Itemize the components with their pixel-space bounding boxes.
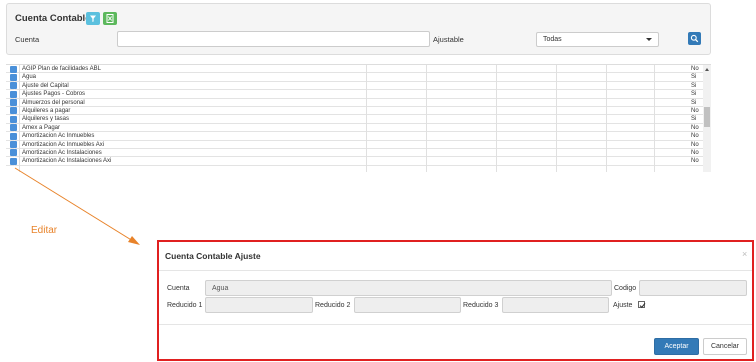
reducido3-label: Reducido 3 <box>463 302 499 309</box>
edit-modal: Cuenta Contable Ajuste × Cuenta Agua Cod… <box>157 240 754 361</box>
divider <box>159 270 752 271</box>
reducido1-field[interactable] <box>205 297 313 313</box>
reducido2-label: Reducido 2 <box>315 302 351 309</box>
close-icon[interactable]: × <box>742 249 747 259</box>
divider <box>159 324 752 325</box>
ajuste-checkbox[interactable] <box>638 301 646 309</box>
codigo-label: Codigo <box>614 285 637 292</box>
codigo-field[interactable] <box>639 280 747 296</box>
cuenta-label: Cuenta <box>167 285 190 292</box>
cancelar-button[interactable]: Cancelar <box>703 338 747 355</box>
aceptar-button[interactable]: Aceptar <box>654 338 699 355</box>
ajuste-label: Ajuste <box>613 302 633 309</box>
cuenta-field[interactable]: Agua <box>205 280 612 296</box>
annotation-label: Editar <box>31 225 58 236</box>
reducido2-field[interactable] <box>354 297 461 313</box>
checkmark-icon <box>639 303 646 309</box>
reducido1-label: Reducido 1 <box>167 302 203 309</box>
reducido3-field[interactable] <box>502 297 609 313</box>
modal-title: Cuenta Contable Ajuste <box>165 251 261 261</box>
